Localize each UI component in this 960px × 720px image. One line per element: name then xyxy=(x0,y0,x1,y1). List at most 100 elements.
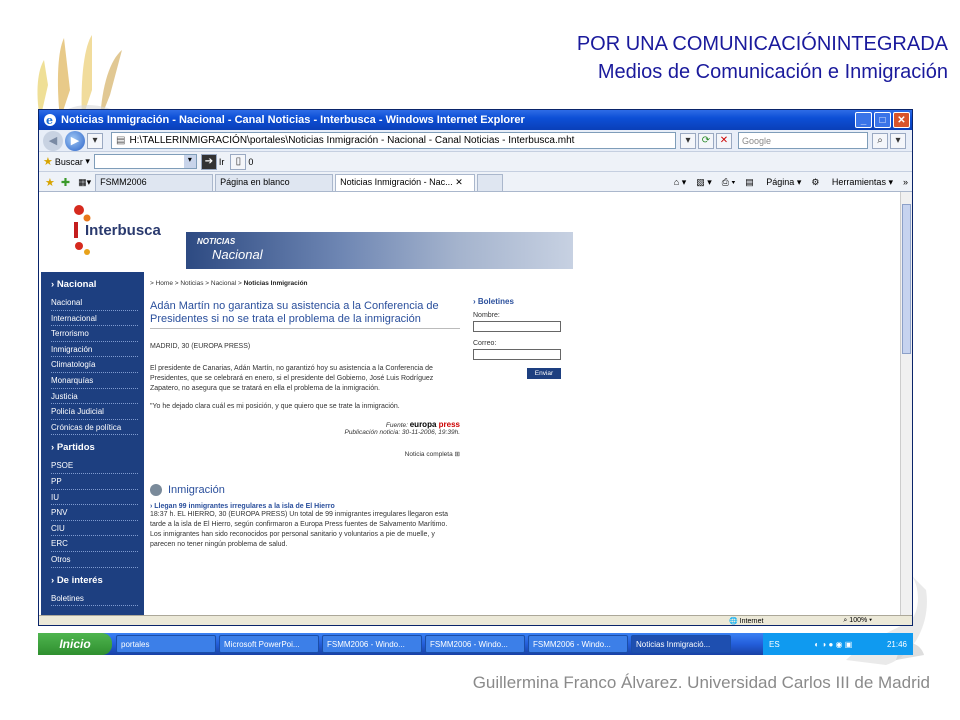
breadcrumb: > Home > Noticias > Nacional > Noticias … xyxy=(150,280,470,287)
nav-item[interactable]: Internacional xyxy=(51,311,138,327)
taskbar-item[interactable]: FSMM2006 - Windo... xyxy=(425,635,525,653)
web-page: Interbusca NOTICIAS Nacional › Nacional … xyxy=(41,192,576,618)
print-icon[interactable]: ⎙ ▾ xyxy=(722,177,735,188)
slide-footer: Guillermina Franco Álvarez. Universidad … xyxy=(472,673,930,692)
start-button[interactable]: Inicio xyxy=(38,633,112,655)
slide-title-line2: Medios de Comunicación e Inmigración xyxy=(597,61,948,83)
address-toolbar: ◀ ▶ ▾ ▤ H:\TALLERINMIGRACIÓN\portales\No… xyxy=(39,130,912,152)
search-options-icon[interactable]: ▾ xyxy=(890,132,906,149)
tools-menu-label: Herramientas xyxy=(831,176,886,187)
zoom-value: 100% xyxy=(849,616,868,624)
combo-arrow-icon: ▾ xyxy=(183,155,196,168)
vertical-scrollbar[interactable] xyxy=(900,192,912,618)
page-menu[interactable]: ▤ Página ▾ xyxy=(745,177,801,188)
page-viewport: Interbusca NOTICIAS Nacional › Nacional … xyxy=(39,192,912,618)
tab-pagina-en-blanco[interactable]: Página en blanco xyxy=(215,174,334,191)
email-field[interactable] xyxy=(473,349,561,360)
address-bar[interactable]: ▤ H:\TALLERINMIGRACIÓN\portales\Noticias… xyxy=(111,132,676,149)
minimize-icon[interactable]: _ xyxy=(855,112,872,128)
full-article-link[interactable]: Noticia completa ⊞ xyxy=(150,450,460,458)
tab-fsmm2006[interactable]: FSMM2006 xyxy=(95,174,214,191)
banner-big-text: Nacional xyxy=(212,247,263,262)
nav-item[interactable]: PSOE xyxy=(51,458,138,474)
news-item-title[interactable]: › Llegan 99 inmigrantes irregulares a la… xyxy=(150,503,470,510)
tab-noticias[interactable]: Noticias Inmigración - Nac... ✕ xyxy=(335,174,476,191)
address-dropdown-icon[interactable]: ▾ xyxy=(680,132,696,149)
europa-press-logo: europa press xyxy=(410,420,460,429)
newsletter-title-text: Boletines xyxy=(477,297,514,306)
maximize-icon[interactable]: □ xyxy=(874,112,891,128)
site-logo-text[interactable]: Interbusca xyxy=(85,222,161,239)
nav-item[interactable]: Boletines xyxy=(51,591,138,607)
send-button[interactable]: Enviar xyxy=(527,368,561,379)
nav-item[interactable]: Monarquías xyxy=(51,373,138,389)
scroll-thumb[interactable] xyxy=(902,204,911,354)
browser-window: e Noticias Inmigración - Nacional - Cana… xyxy=(38,109,913,626)
taskbar-item[interactable]: FSMM2006 - Windo... xyxy=(322,635,422,653)
tab-close-icon[interactable]: ✕ xyxy=(455,177,463,187)
nav-section-label: Partidos xyxy=(56,442,95,454)
home-icon[interactable]: ⌂ ▾ xyxy=(674,177,686,188)
taskbar: Inicio portales Microsoft PowerPoi... FS… xyxy=(38,633,913,655)
nav-item[interactable]: Crónicas de política xyxy=(51,420,138,436)
nav-item[interactable]: PNV xyxy=(51,505,138,521)
favorites-star-icon[interactable]: ★ xyxy=(45,176,55,189)
search-combo[interactable]: ▾ xyxy=(93,154,197,169)
nav-section-nacional[interactable]: › Nacional xyxy=(41,272,144,295)
nav-item[interactable]: Nacional xyxy=(51,295,138,311)
add-favorite-icon[interactable]: ✚ xyxy=(61,176,70,189)
breadcrumb-links[interactable]: > Home > Noticias > Nacional > xyxy=(150,280,242,287)
feeds-icon[interactable]: ▧ ▾ xyxy=(696,177,712,188)
status-bar: 🌐 Internet ⌕ 100% ▾ xyxy=(39,615,912,625)
zoom-control[interactable]: ⌕ 100% ▾ xyxy=(843,617,872,625)
links-toolbar: ★ Buscar ▾ ▾ ➔ Ir ▯ 0 xyxy=(39,152,912,172)
quick-tabs-icon[interactable]: ▦▾ xyxy=(78,177,91,188)
nav-item[interactable]: Terrorismo xyxy=(51,326,138,342)
taskbar-item[interactable]: Noticias Inmigració... xyxy=(631,635,731,653)
close-icon[interactable]: ✕ xyxy=(893,112,910,128)
brand-a: europa xyxy=(409,420,437,429)
forward-arrow-icon[interactable]: ▶ xyxy=(65,130,85,151)
name-field[interactable] xyxy=(473,321,561,332)
full-article-label: Noticia completa xyxy=(404,451,453,458)
window-titlebar[interactable]: e Noticias Inmigración - Nacional - Cana… xyxy=(39,110,912,130)
go-arrow-icon[interactable]: ➔ xyxy=(200,153,217,170)
back-arrow-icon[interactable]: ◀ xyxy=(43,130,63,151)
search-icon[interactable]: ⌕ xyxy=(872,132,888,149)
slide-title: POR UNA COMUNICACIÓNINTEGRADA Medios de … xyxy=(577,30,948,86)
nav-section-de-interes[interactable]: › De interés xyxy=(41,568,144,591)
banner-small-text: NOTICIAS xyxy=(197,237,236,246)
stop-icon[interactable]: ✕ xyxy=(716,132,732,149)
nav-item[interactable]: Inmigración xyxy=(51,342,138,358)
counter-icon: ▯ xyxy=(230,153,247,170)
language-indicator[interactable]: ES xyxy=(769,640,780,649)
nav-item[interactable]: IU xyxy=(51,490,138,506)
newsletter-title: › Boletines xyxy=(473,297,514,306)
taskbar-item[interactable]: FSMM2006 - Windo... xyxy=(528,635,628,653)
taskbar-item[interactable]: portales xyxy=(116,635,216,653)
ir-label[interactable]: Ir xyxy=(219,157,225,167)
buscar-button[interactable]: ★ Buscar ▾ xyxy=(43,155,90,168)
tray-icons[interactable]: ◐ ◑ ● ◉ ▣ xyxy=(814,640,852,649)
history-dropdown-icon[interactable]: ▾ xyxy=(87,132,103,149)
tools-menu[interactable]: ⚙ Herramientas ▾ xyxy=(811,177,893,188)
nav-item[interactable]: CIU xyxy=(51,521,138,537)
nav-item[interactable]: Policía Judicial xyxy=(51,404,138,420)
nav-item[interactable]: PP xyxy=(51,474,138,490)
nav-item[interactable]: Climatología xyxy=(51,357,138,373)
nav-section-partidos[interactable]: › Partidos xyxy=(41,435,144,458)
nav-item[interactable]: Otros xyxy=(51,552,138,568)
search-input[interactable]: Google xyxy=(738,132,868,149)
nav-item[interactable]: Justicia xyxy=(51,389,138,405)
new-tab-button[interactable] xyxy=(477,174,504,191)
command-bar: ⌂ ▾ ▧ ▾ ⎙ ▾ ▤ Página ▾ ⚙ Herramientas ▾ … xyxy=(664,173,912,191)
nav-section-label: Nacional xyxy=(56,279,97,290)
section-heading: Inmigración xyxy=(150,484,470,496)
nav-item[interactable]: ERC xyxy=(51,536,138,552)
refresh-icon[interactable]: ⟳ xyxy=(698,132,714,149)
taskbar-item[interactable]: Microsoft PowerPoi... xyxy=(219,635,319,653)
clock[interactable]: 21:46 xyxy=(887,640,907,649)
globe-icon xyxy=(150,484,162,496)
chevron-more-icon[interactable]: » xyxy=(903,177,908,187)
article-quote: "Yo he dejado clara cuál es mi posición,… xyxy=(150,403,400,410)
